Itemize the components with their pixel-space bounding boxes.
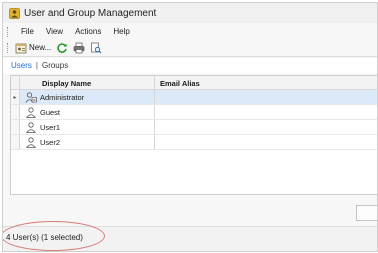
table-row[interactable]: ▸ Administrator xyxy=(11,90,377,105)
cell-display-name[interactable]: User2 xyxy=(20,135,155,149)
cell-display-name[interactable]: Guest xyxy=(20,105,155,119)
print-preview-icon xyxy=(91,42,102,53)
row-indicator xyxy=(11,120,20,134)
menu-actions[interactable]: Actions xyxy=(69,27,107,36)
row-indicator xyxy=(11,135,20,149)
cell-email-alias[interactable] xyxy=(155,135,377,149)
row-indicator: ▸ xyxy=(11,90,20,104)
menu-help[interactable]: Help xyxy=(107,27,135,36)
app-icon xyxy=(9,7,20,19)
tab-separator: | xyxy=(35,61,38,70)
tab-groups[interactable]: Groups xyxy=(42,61,68,70)
table-row[interactable]: User1 xyxy=(11,120,377,135)
new-button[interactable]: New... xyxy=(15,41,51,55)
app-window: User and Group Management File View Acti… xyxy=(2,2,378,252)
row-name: Administrator xyxy=(40,92,85,102)
users-grid: Display Name Email Alias ▸ Administrator xyxy=(10,75,377,195)
column-header-display-name[interactable]: Display Name xyxy=(20,76,155,90)
table-row[interactable]: User2 xyxy=(11,135,377,150)
toolbar: New... xyxy=(3,39,377,57)
annotation-ellipse xyxy=(3,221,105,251)
window-title: User and Group Management xyxy=(24,7,157,19)
row-name: User1 xyxy=(40,122,61,132)
user-icon xyxy=(25,121,37,133)
new-user-icon xyxy=(15,43,27,53)
new-button-label: New... xyxy=(29,43,52,52)
menu-view[interactable]: View xyxy=(40,27,69,36)
grid-header: Display Name Email Alias xyxy=(11,76,377,90)
user-icon xyxy=(25,136,37,148)
menu-bar: File View Actions Help xyxy=(3,24,377,39)
column-header-email-alias[interactable]: Email Alias xyxy=(155,76,377,90)
admin-user-icon xyxy=(25,91,37,103)
cell-email-alias[interactable] xyxy=(155,120,377,134)
cell-display-name[interactable]: Administrator xyxy=(20,90,155,104)
print-preview-button[interactable] xyxy=(90,41,102,55)
dialog-button[interactable] xyxy=(356,205,377,221)
tab-users[interactable]: Users xyxy=(11,61,32,70)
row-name: User2 xyxy=(40,137,61,147)
cell-email-alias[interactable] xyxy=(155,90,377,104)
print-button[interactable] xyxy=(73,41,85,55)
status-bar: 4 User(s) (1 selected) xyxy=(3,221,377,251)
view-switcher: Users | Groups xyxy=(3,58,377,73)
menu-file[interactable]: File xyxy=(15,27,40,36)
menu-grip xyxy=(7,26,9,37)
print-icon xyxy=(73,42,85,53)
user-icon xyxy=(25,106,37,118)
title-bar: User and Group Management xyxy=(3,3,377,23)
cell-email-alias[interactable] xyxy=(155,105,377,119)
row-indicator xyxy=(11,105,20,119)
refresh-icon xyxy=(57,42,68,53)
cell-display-name[interactable]: User1 xyxy=(20,120,155,134)
table-row[interactable]: Guest xyxy=(11,105,377,120)
refresh-button[interactable] xyxy=(56,41,68,55)
row-name: Guest xyxy=(40,107,61,117)
current-row-indicator-icon: ▸ xyxy=(13,94,17,101)
toolbar-grip xyxy=(7,42,9,53)
row-indicator-header xyxy=(11,76,20,89)
